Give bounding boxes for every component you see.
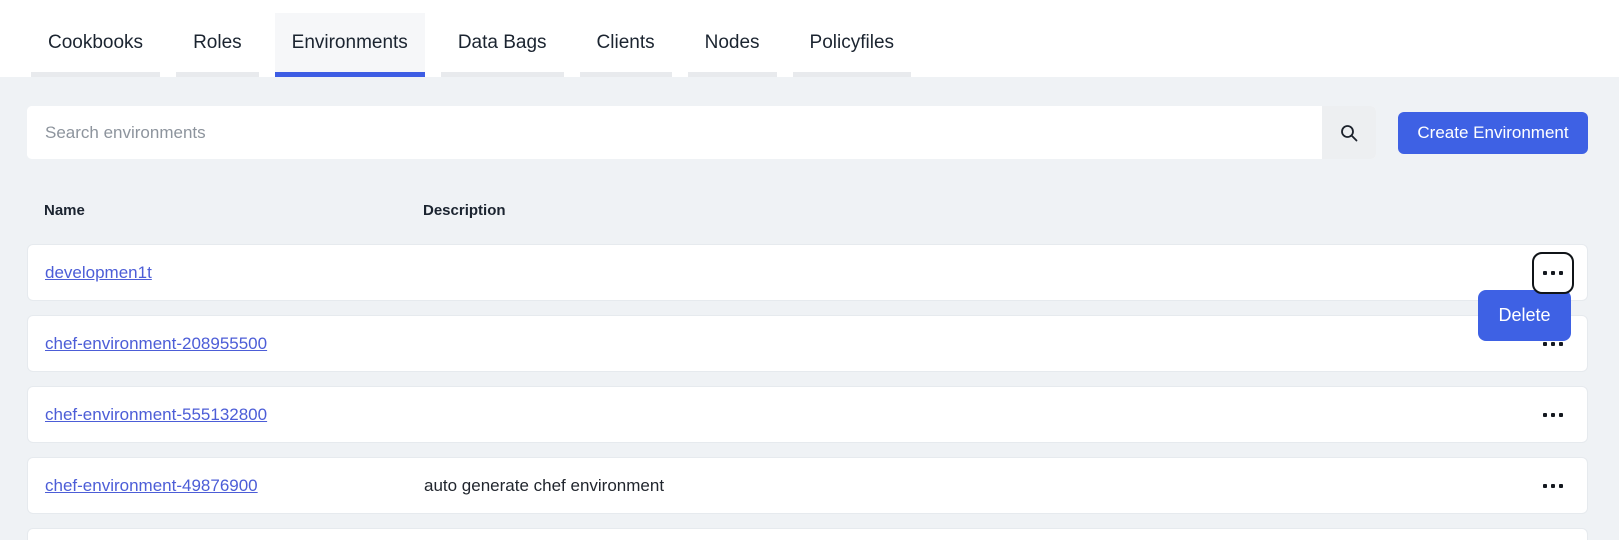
tab-cookbooks[interactable]: Cookbooks (31, 13, 160, 77)
tab-clients[interactable]: Clients (580, 13, 672, 77)
environments-page: Create Environment Name Description deve… (0, 77, 1619, 540)
environment-link[interactable]: developmen1t (45, 263, 152, 282)
name-cell: chef-environment-49876900 (45, 476, 424, 496)
magnifier-icon (1339, 123, 1359, 143)
ellipsis-icon (1543, 484, 1563, 488)
tab-label: Policyfiles (810, 32, 894, 54)
row-menu-button[interactable] (1532, 465, 1574, 507)
column-header-description: Description (423, 202, 1588, 219)
column-header-name: Name (44, 202, 423, 219)
name-cell: developmen1t (45, 263, 424, 283)
name-cell: chef-environment-208955500 (45, 334, 424, 354)
tab-policyfiles[interactable]: Policyfiles (793, 13, 911, 77)
tab-label: Clients (597, 32, 655, 54)
search-input[interactable] (27, 106, 1322, 159)
search-bar (27, 106, 1376, 159)
environment-link[interactable]: chef-environment-49876900 (45, 476, 258, 495)
ellipsis-icon (1543, 413, 1563, 417)
tab-label: Nodes (705, 32, 760, 54)
tab-label: Environments (292, 32, 408, 54)
table-row: chef-environment-555132800 (27, 386, 1588, 443)
environments-list: developmen1t Delete chef-environment-208… (27, 244, 1588, 540)
object-tabs: Cookbooks Roles Environments Data Bags C… (0, 0, 1619, 77)
table-header: Name Description (27, 195, 1588, 225)
tab-label: Cookbooks (48, 32, 143, 54)
search-row: Create Environment (27, 106, 1588, 159)
tab-roles[interactable]: Roles (176, 13, 259, 77)
table-row: developmen1t Delete (27, 244, 1588, 301)
description-cell: auto generate chef environment (424, 476, 1532, 496)
environment-link[interactable]: chef-environment-208955500 (45, 334, 267, 353)
tab-label: Data Bags (458, 32, 547, 54)
table-row: chef-environment-208955500 (27, 315, 1588, 372)
row-menu-button[interactable] (1532, 252, 1574, 294)
row-menu-button[interactable] (1532, 394, 1574, 436)
table-row: chef-environment-49876900 auto generate … (27, 457, 1588, 514)
environment-link[interactable]: chef-environment-555132800 (45, 405, 267, 424)
tab-environments[interactable]: Environments (275, 13, 425, 77)
tab-nodes[interactable]: Nodes (688, 13, 777, 77)
search-button[interactable] (1322, 106, 1376, 159)
delete-menu-item[interactable]: Delete (1478, 290, 1571, 341)
tab-data-bags[interactable]: Data Bags (441, 13, 564, 77)
ellipsis-icon (1543, 342, 1563, 346)
ellipsis-icon (1543, 271, 1563, 275)
table-row (27, 528, 1588, 540)
create-environment-button[interactable]: Create Environment (1398, 112, 1588, 154)
name-cell: chef-environment-555132800 (45, 405, 424, 425)
tab-label: Roles (193, 32, 242, 54)
